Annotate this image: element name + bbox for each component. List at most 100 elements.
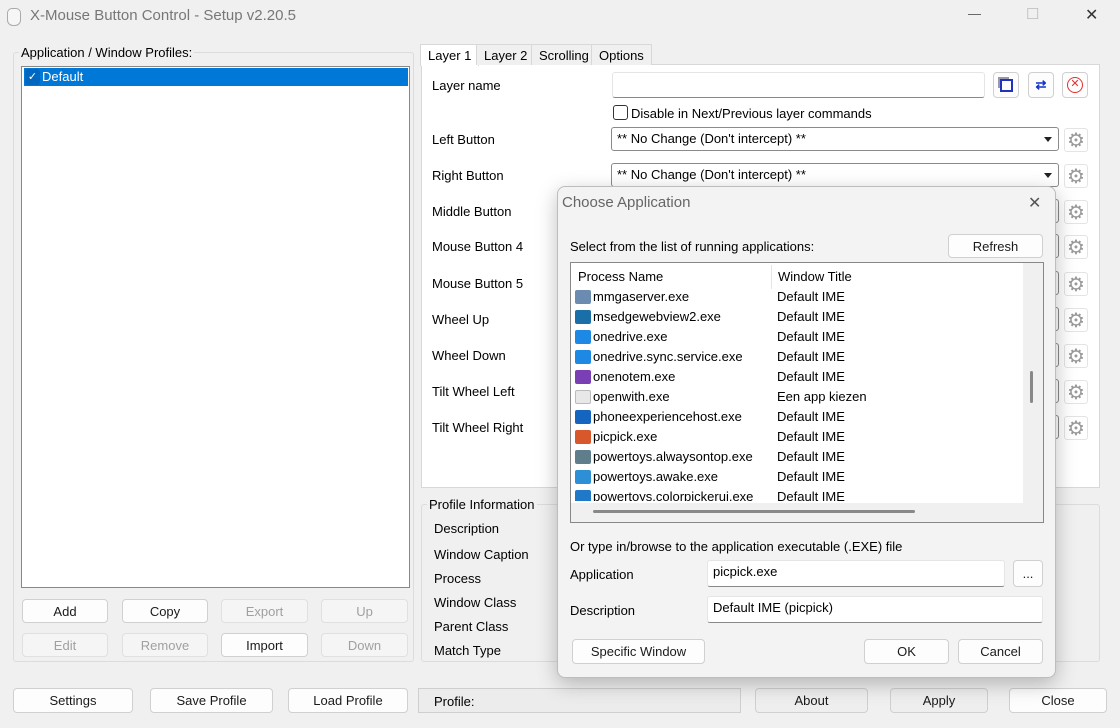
- select-label: Select from the list of running applicat…: [570, 239, 815, 254]
- process-row[interactable]: powertoys.colorpickerui.exe Default IME: [575, 487, 1025, 501]
- copy-button[interactable]: Copy: [122, 599, 208, 623]
- mouse-button-5-label: Mouse Button 5: [432, 276, 524, 291]
- process-row[interactable]: msedgewebview2.exe Default IME: [575, 307, 1025, 327]
- profile-info-process: Process: [434, 571, 481, 586]
- phone-link-icon: [575, 410, 591, 424]
- minimize-button[interactable]: —: [968, 6, 981, 21]
- close-window-button[interactable]: ✕: [1085, 5, 1098, 25]
- application-label: Application: [570, 567, 634, 582]
- process-row[interactable]: powertoys.awake.exe Default IME: [575, 467, 1025, 487]
- down-button[interactable]: Down: [321, 633, 408, 657]
- clear-circle-x-icon: ✕: [1067, 77, 1083, 93]
- column-divider[interactable]: [771, 265, 772, 289]
- process-row[interactable]: picpick.exe Default IME: [575, 427, 1025, 447]
- tab-layer-1[interactable]: Layer 1: [420, 44, 480, 66]
- copy-icon: [999, 78, 1013, 92]
- cloud-icon: [575, 330, 591, 344]
- checkbox-checked-icon[interactable]: ✓: [25, 69, 40, 85]
- profile-info-description: Description: [434, 521, 500, 536]
- close-button[interactable]: Close: [1009, 688, 1107, 713]
- wheel-up-settings-gear-icon[interactable]: ⚙: [1064, 308, 1088, 332]
- process-row[interactable]: mmgaserver.exe Default IME: [575, 287, 1025, 307]
- cloud-icon: [575, 350, 591, 364]
- process-row[interactable]: powertoys.alwaysontop.exe Default IME: [575, 447, 1025, 467]
- column-window-title[interactable]: Window Title: [778, 269, 852, 284]
- browse-label: Or type in/browse to the application exe…: [570, 539, 903, 554]
- left-button-label: Left Button: [432, 132, 495, 147]
- app-window-icon: [575, 290, 591, 304]
- horizontal-scrollbar-thumb[interactable]: [593, 510, 915, 513]
- ok-button[interactable]: OK: [864, 639, 949, 664]
- profiles-label: Application / Window Profiles:: [19, 45, 195, 60]
- refresh-button[interactable]: Refresh: [948, 234, 1043, 258]
- settings-button[interactable]: Settings: [13, 688, 133, 713]
- disable-layer-checkbox[interactable]: [613, 105, 628, 120]
- about-button[interactable]: About: [755, 688, 868, 713]
- mouse-button-4-settings-gear-icon[interactable]: ⚙: [1064, 235, 1088, 259]
- dialog-title: Choose Application: [562, 194, 691, 211]
- swap-layer-button[interactable]: ⇄: [1028, 72, 1054, 98]
- description-label: Description: [570, 603, 636, 618]
- process-row[interactable]: onedrive.exe Default IME: [575, 327, 1025, 347]
- profile-info-window-class: Window Class: [434, 595, 517, 610]
- wheel-down-settings-gear-icon[interactable]: ⚙: [1064, 344, 1088, 368]
- right-button-label: Right Button: [432, 168, 504, 183]
- tilt-wheel-right-settings-gear-icon[interactable]: ⚙: [1064, 416, 1088, 440]
- import-button[interactable]: Import: [221, 633, 308, 657]
- tab-layer-2[interactable]: Layer 2: [476, 44, 536, 65]
- left-button-settings-gear-icon[interactable]: ⚙: [1064, 128, 1088, 152]
- up-button[interactable]: Up: [321, 599, 408, 623]
- wheel-down-label: Wheel Down: [432, 348, 506, 363]
- right-button-dropdown[interactable]: ** No Change (Don't intercept) **: [611, 163, 1059, 187]
- mouse-button-4-label: Mouse Button 4: [432, 239, 524, 254]
- clear-layer-button[interactable]: ✕: [1062, 72, 1088, 98]
- tilt-wheel-left-label: Tilt Wheel Left: [432, 384, 515, 399]
- maximize-button[interactable]: ☐: [1026, 5, 1039, 23]
- dialog-close-button[interactable]: ✕: [1028, 193, 1041, 213]
- middle-button-label: Middle Button: [432, 204, 512, 219]
- apply-button[interactable]: Apply: [890, 688, 988, 713]
- tilt-wheel-right-label: Tilt Wheel Right: [432, 420, 524, 435]
- application-input[interactable]: picpick.exe: [707, 560, 1005, 587]
- profiles-list[interactable]: ✓ Default: [21, 66, 410, 588]
- vertical-scrollbar-thumb[interactable]: [1030, 371, 1033, 403]
- color-picker-icon: [575, 490, 591, 501]
- add-button[interactable]: Add: [22, 599, 108, 623]
- copy-layer-button[interactable]: [993, 72, 1019, 98]
- load-profile-button[interactable]: Load Profile: [288, 688, 408, 713]
- tilt-wheel-left-settings-gear-icon[interactable]: ⚙: [1064, 380, 1088, 404]
- profile-info-parent-class: Parent Class: [434, 619, 509, 634]
- wheel-up-label: Wheel Up: [432, 312, 490, 327]
- right-button-settings-gear-icon[interactable]: ⚙: [1064, 164, 1088, 188]
- process-row[interactable]: onenotem.exe Default IME: [575, 367, 1025, 387]
- middle-button-settings-gear-icon[interactable]: ⚙: [1064, 200, 1088, 224]
- picpick-icon: [575, 430, 591, 444]
- left-button-dropdown[interactable]: ** No Change (Don't intercept) **: [611, 127, 1059, 151]
- tab-options[interactable]: Options: [591, 44, 652, 65]
- profile-info-window-caption: Window Caption: [434, 547, 529, 562]
- process-row[interactable]: phoneexperiencehost.exe Default IME: [575, 407, 1025, 427]
- specific-window-button[interactable]: Specific Window: [572, 639, 705, 664]
- layer-name-input[interactable]: [612, 72, 985, 98]
- list-item[interactable]: ✓ Default: [24, 68, 408, 86]
- export-button[interactable]: Export: [221, 599, 308, 623]
- cancel-button[interactable]: Cancel: [958, 639, 1043, 664]
- edit-button[interactable]: Edit: [22, 633, 108, 657]
- remove-button[interactable]: Remove: [122, 633, 208, 657]
- profile-info-title: Profile Information: [427, 497, 537, 512]
- disable-layer-label: Disable in Next/Previous layer commands: [631, 106, 872, 121]
- process-row[interactable]: onedrive.sync.service.exe Default IME: [575, 347, 1025, 367]
- save-profile-button[interactable]: Save Profile: [150, 688, 273, 713]
- onenote-icon: [575, 370, 591, 384]
- browse-button[interactable]: ...: [1013, 560, 1043, 587]
- edge-webview-icon: [575, 310, 591, 324]
- description-input[interactable]: Default IME (picpick): [707, 596, 1043, 623]
- mouse-button-5-settings-gear-icon[interactable]: ⚙: [1064, 272, 1088, 296]
- app-icon: [7, 8, 21, 26]
- profile-info-match-type: Match Type: [434, 643, 501, 658]
- tab-scrolling[interactable]: Scrolling: [531, 44, 597, 65]
- process-row[interactable]: openwith.exe Een app kiezen: [575, 387, 1025, 407]
- powertoys-icon: [575, 450, 591, 464]
- column-process-name[interactable]: Process Name: [578, 269, 663, 284]
- swap-arrows-icon: ⇄: [1035, 77, 1047, 92]
